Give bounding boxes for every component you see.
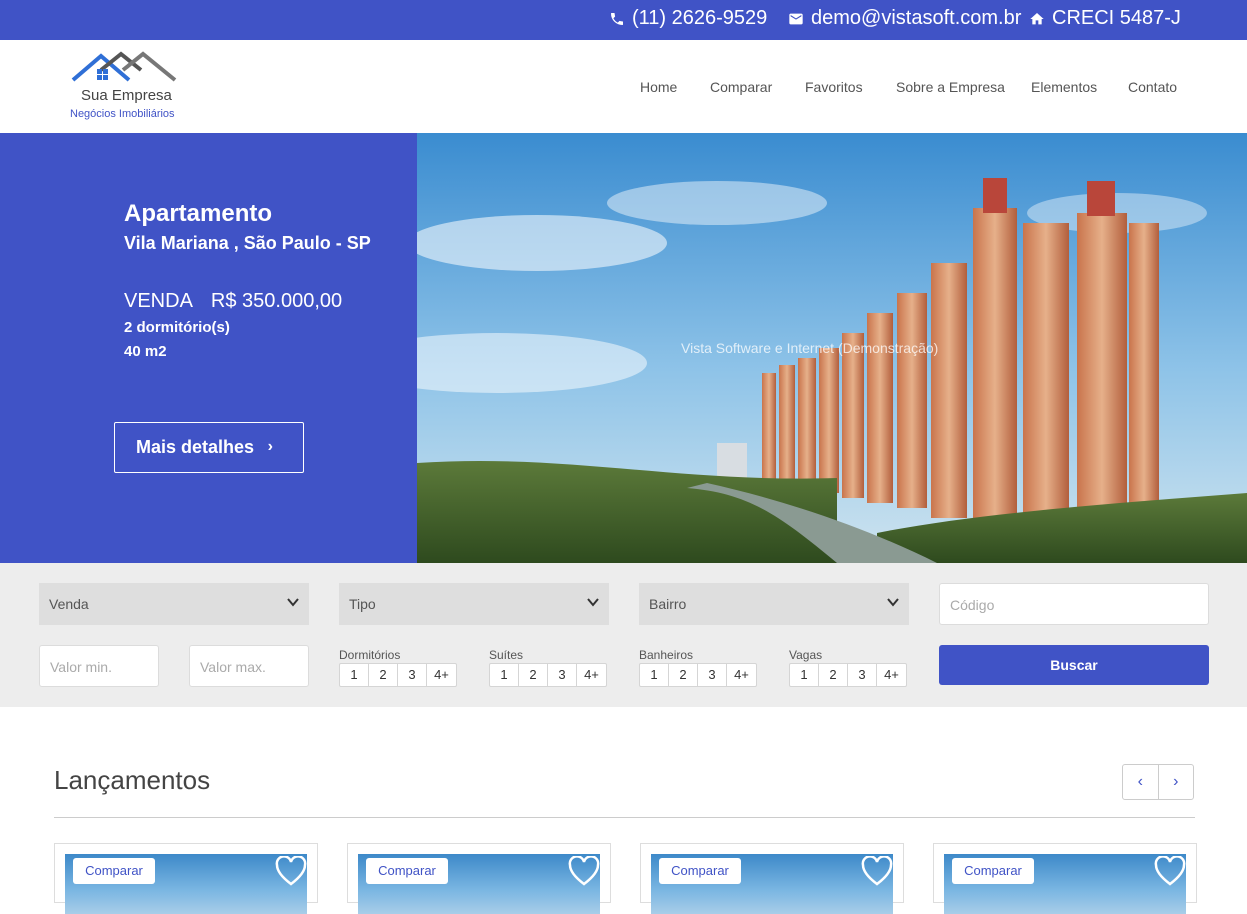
deal-type: VENDA xyxy=(124,290,193,312)
dormitorios-option[interactable]: 2 xyxy=(369,664,398,686)
vagas-label: Vagas xyxy=(789,648,823,662)
compare-button[interactable]: Comparar xyxy=(73,858,155,884)
nav-comparar[interactable]: Comparar xyxy=(710,79,772,95)
nav-sobre-empresa[interactable]: Sobre a Empresa xyxy=(896,79,1005,95)
dormitorios-option[interactable]: 3 xyxy=(398,664,427,686)
creci-info: CRECI 5487-J xyxy=(1029,7,1181,30)
banheiros-selector: 1 2 3 4+ xyxy=(639,663,757,687)
property-search-form: Venda Tipo Bairro Código Valor min. Valo… xyxy=(0,563,1247,707)
banheiros-option[interactable]: 1 xyxy=(640,664,669,686)
vagas-selector: 1 2 3 4+ xyxy=(789,663,907,687)
phone-contact[interactable]: (11) 2626-9529 xyxy=(609,7,767,30)
mail-icon xyxy=(789,13,803,24)
property-bedrooms: 2 dormitório(s) xyxy=(124,319,230,336)
more-details-label: Mais detalhes xyxy=(136,437,255,457)
listing-card[interactable]: Comparar xyxy=(54,843,318,914)
email-contact[interactable]: demo@vistasoft.com.br xyxy=(788,7,1021,30)
email-address: demo@vistasoft.com.br xyxy=(811,7,1022,29)
tipo-value: Tipo xyxy=(349,596,376,612)
dormitorios-selector: 1 2 3 4+ xyxy=(339,663,457,687)
top-contact-bar: (11) 2626-9529 demo@vistasoft.com.br CRE… xyxy=(0,0,1247,40)
property-type: Apartamento xyxy=(124,200,273,227)
listing-card[interactable]: Comparar xyxy=(347,843,611,914)
site-header: Sua Empresa Negócios Imobiliários Home C… xyxy=(0,40,1247,133)
property-location: Vila Mariana , São Paulo - SP xyxy=(124,233,371,253)
nav-home[interactable]: Home xyxy=(640,79,677,95)
dormitorios-option[interactable]: 4+ xyxy=(427,664,456,686)
tipo-select[interactable]: Tipo xyxy=(339,583,609,625)
company-logo[interactable]: Sua Empresa Negócios Imobiliários xyxy=(68,50,183,125)
suites-selector: 1 2 3 4+ xyxy=(489,663,607,687)
home-icon xyxy=(1030,12,1044,24)
nav-elementos[interactable]: Elementos xyxy=(1031,79,1097,95)
compare-button[interactable]: Comparar xyxy=(952,858,1034,884)
bairro-select[interactable]: Bairro xyxy=(639,583,909,625)
chevron-right-icon[interactable]: › xyxy=(1159,765,1194,799)
hero-property-photo[interactable]: Vista Software e Internet (Demonstração) xyxy=(417,133,1247,563)
suites-label: Suítes xyxy=(489,648,524,662)
finalidade-value: Venda xyxy=(49,596,89,612)
valor-min-input[interactable]: Valor min. xyxy=(39,645,159,687)
suites-option[interactable]: 2 xyxy=(519,664,548,686)
property-price-row: VENDA R$ 350.000,00 xyxy=(124,290,342,313)
carousel-controls: ‹ › xyxy=(1122,764,1194,800)
chevron-left-icon[interactable]: ‹ xyxy=(1123,765,1159,799)
logo-company-name: Sua Empresa xyxy=(81,87,172,104)
property-price: R$ 350.000,00 xyxy=(210,290,343,312)
compare-button[interactable]: Comparar xyxy=(366,858,448,884)
bairro-value: Bairro xyxy=(649,596,687,612)
suites-option[interactable]: 3 xyxy=(548,664,577,686)
vagas-option[interactable]: 3 xyxy=(848,664,877,686)
creci-number: CRECI 5487-J xyxy=(1052,7,1181,29)
heart-icon[interactable] xyxy=(568,856,600,886)
banheiros-label: Banheiros xyxy=(639,648,694,662)
chevron-down-icon xyxy=(287,598,299,607)
chevron-down-icon xyxy=(587,598,599,607)
nav-contato[interactable]: Contato xyxy=(1128,79,1177,95)
codigo-input[interactable]: Código xyxy=(939,583,1209,625)
suites-option[interactable]: 4+ xyxy=(577,664,606,686)
dormitorios-label: Dormitórios xyxy=(339,648,401,662)
logo-roof-icon xyxy=(71,51,177,82)
heart-icon[interactable] xyxy=(861,856,893,886)
vagas-option[interactable]: 1 xyxy=(790,664,819,686)
chevron-down-icon xyxy=(887,598,899,607)
vagas-option[interactable]: 2 xyxy=(819,664,848,686)
dormitorios-option[interactable]: 1 xyxy=(340,664,369,686)
listing-card[interactable]: Comparar xyxy=(640,843,904,914)
hero-info-panel: Apartamento Vila Mariana , São Paulo - S… xyxy=(0,133,417,563)
section-title: Lançamentos xyxy=(54,765,211,795)
nav-favoritos[interactable]: Favoritos xyxy=(805,79,863,95)
search-button[interactable]: Buscar xyxy=(939,645,1209,685)
heart-icon[interactable] xyxy=(275,856,307,886)
hero-banner: Apartamento Vila Mariana , São Paulo - S… xyxy=(0,133,1247,563)
banheiros-option[interactable]: 3 xyxy=(698,664,727,686)
banheiros-option[interactable]: 4+ xyxy=(727,664,756,686)
vagas-option[interactable]: 4+ xyxy=(877,664,906,686)
logo-tagline: Negócios Imobiliários xyxy=(70,108,175,120)
finalidade-select[interactable]: Venda xyxy=(39,583,309,625)
suites-option[interactable]: 1 xyxy=(490,664,519,686)
heart-icon[interactable] xyxy=(1154,856,1186,886)
property-area: 40 m2 xyxy=(124,343,167,360)
chevron-right-icon: › xyxy=(267,438,273,455)
phone-icon xyxy=(611,12,623,25)
banheiros-option[interactable]: 2 xyxy=(669,664,698,686)
compare-button[interactable]: Comparar xyxy=(659,858,741,884)
phone-number: (11) 2626-9529 xyxy=(632,7,768,29)
listing-card[interactable]: Comparar xyxy=(933,843,1197,914)
more-details-button[interactable]: Mais detalhes › xyxy=(114,422,304,473)
valor-max-input[interactable]: Valor max. xyxy=(189,645,309,687)
section-divider xyxy=(54,817,1195,818)
photo-watermark: Vista Software e Internet (Demonstração) xyxy=(681,340,939,356)
